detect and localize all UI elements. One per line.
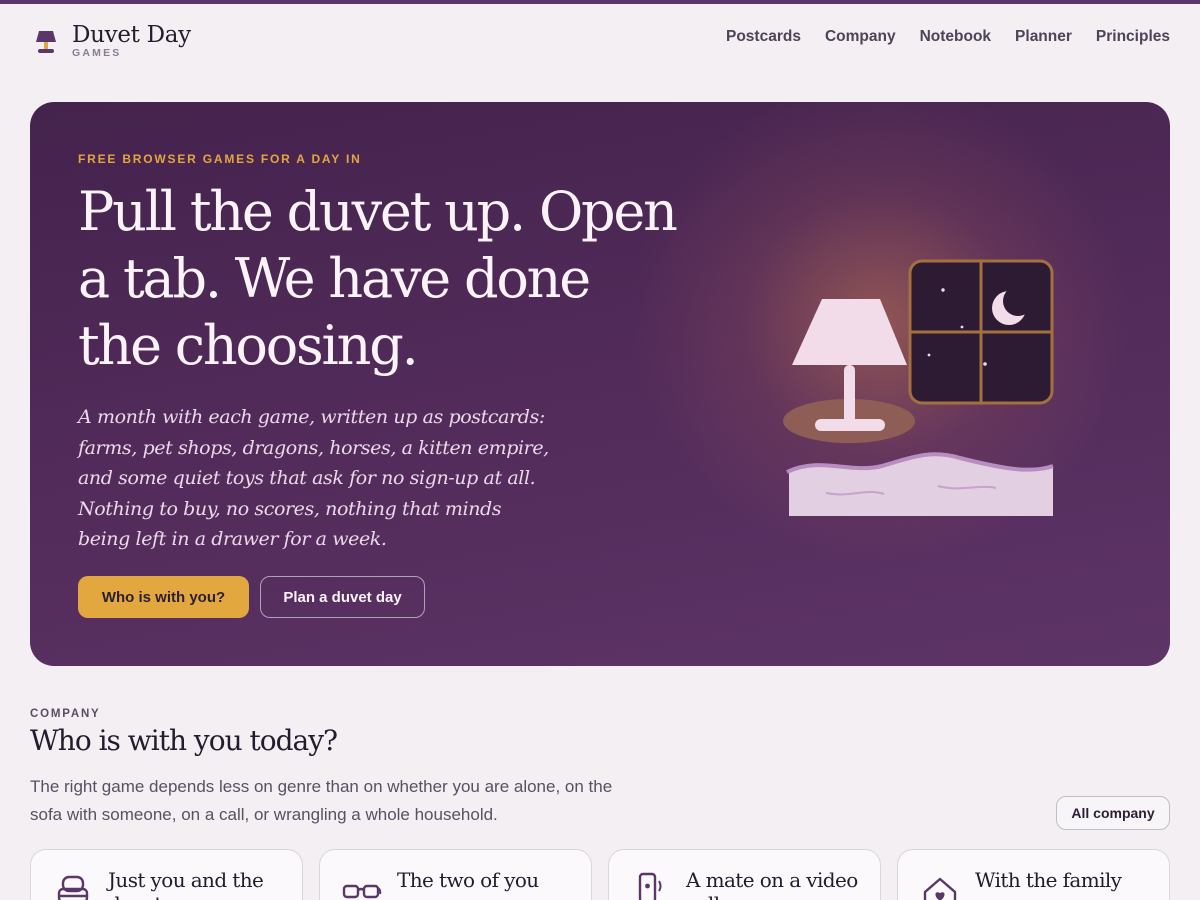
nav-planner[interactable]: Planner xyxy=(1015,28,1072,46)
company-card-family[interactable]: With the family xyxy=(897,849,1170,900)
armchair-icon xyxy=(57,875,89,900)
brand-name: Duvet Day xyxy=(72,21,191,48)
nav-notebook[interactable]: Notebook xyxy=(920,28,991,46)
glasses-icon xyxy=(342,884,382,899)
hero-eyebrow: FREE BROWSER GAMES FOR A DAY IN xyxy=(78,152,362,166)
nav-principles[interactable]: Principles xyxy=(1096,28,1170,46)
company-title: Who is with you today? xyxy=(30,724,338,757)
phone-call-icon xyxy=(638,872,662,900)
company-description: The right game depends less on genre tha… xyxy=(30,777,613,824)
bedroom-illustration xyxy=(783,259,1054,516)
card-title: A mate on a video call xyxy=(686,868,858,900)
hero-title: Pull the duvet up. Open a tab. We have d… xyxy=(78,180,678,377)
logo-link[interactable]: Duvet Day GAMES xyxy=(30,20,191,60)
all-company-button[interactable]: All company xyxy=(1056,796,1170,830)
company-card-solo[interactable]: Just you and the duvet xyxy=(30,849,303,900)
nav-postcards[interactable]: Postcards xyxy=(726,28,801,46)
top-accent-bar xyxy=(0,0,1200,4)
lamp-logo-icon xyxy=(36,31,56,53)
company-eyebrow: COMPANY xyxy=(30,708,101,720)
nav-company[interactable]: Company xyxy=(825,28,896,46)
card-title: With the family xyxy=(975,868,1122,892)
plan-duvet-day-button[interactable]: Plan a duvet day xyxy=(260,576,425,618)
lamp-icon xyxy=(783,299,915,443)
company-card-pair[interactable]: The two of you xyxy=(319,849,592,900)
main-nav: Postcards Company Notebook Planner Princ… xyxy=(726,28,1170,46)
house-heart-icon xyxy=(923,877,957,900)
brand-subtitle: GAMES xyxy=(72,46,122,59)
company-cards: Just you and the duvet The two of you A … xyxy=(30,849,1170,900)
hero-description: A month with each game, written up as po… xyxy=(78,406,549,550)
hero-panel: FREE BROWSER GAMES FOR A DAY IN Pull the… xyxy=(30,102,1170,666)
card-title: The two of you xyxy=(397,868,539,892)
night-window-icon xyxy=(908,259,1054,405)
company-card-video-call[interactable]: A mate on a video call xyxy=(608,849,881,900)
site-header: Duvet Day GAMES Postcards Company Notebo… xyxy=(30,20,1170,60)
bed-duvet-icon xyxy=(786,452,1054,516)
card-title: Just you and the duvet xyxy=(108,868,264,900)
who-is-with-you-button[interactable]: Who is with you? xyxy=(78,576,249,618)
